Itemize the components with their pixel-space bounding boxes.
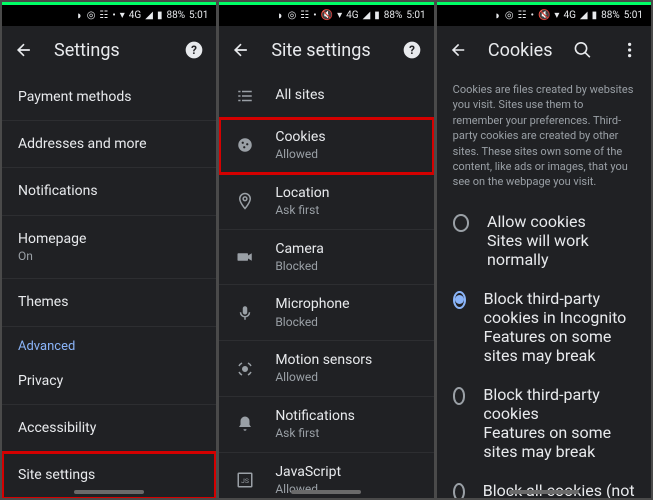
- radio-icon: [453, 214, 469, 232]
- row-all-sites[interactable]: All sites: [219, 74, 433, 118]
- location-icon: [235, 192, 255, 210]
- row-privacy[interactable]: Privacy: [2, 358, 216, 405]
- message-icon: ☷: [518, 10, 527, 21]
- camera-icon: [235, 248, 255, 266]
- svg-text:?: ?: [409, 43, 415, 57]
- help-icon[interactable]: ?: [184, 40, 204, 60]
- battery-pct: 88%: [166, 10, 185, 21]
- dot-icon: •: [112, 10, 115, 21]
- clock: 5:01: [406, 10, 425, 21]
- js-icon: JS: [235, 471, 255, 489]
- back-icon[interactable]: [14, 40, 34, 60]
- dot-icon: •: [531, 10, 534, 21]
- row-notifications[interactable]: NotificationsAsk first: [219, 397, 433, 453]
- lte-label: 4G: [346, 10, 358, 21]
- home-indicator[interactable]: [291, 490, 361, 494]
- list-icon: [235, 87, 255, 105]
- message-icon: ☷: [99, 10, 108, 21]
- motion-icon: [235, 360, 255, 378]
- svg-text:JS: JS: [241, 477, 249, 485]
- signal-icon: ◢: [580, 10, 588, 21]
- wifi-icon: ▾: [337, 10, 342, 21]
- help-icon[interactable]: ?: [402, 40, 422, 60]
- more-icon[interactable]: [620, 40, 639, 60]
- settings-list: Payment methods Addresses and more Notif…: [2, 74, 216, 498]
- back-icon[interactable]: [449, 40, 468, 60]
- option-block-third-party[interactable]: Block third-party cookiesFeatures on som…: [437, 375, 651, 471]
- bell-icon: [235, 415, 255, 433]
- home-indicator[interactable]: [509, 490, 579, 494]
- home-indicator[interactable]: [74, 490, 144, 494]
- row-camera[interactable]: CameraBlocked: [219, 230, 433, 286]
- status-bar: ◗ ◎ ☷ • ▾ 4G ◢ ▮ 88% 5:01: [2, 2, 216, 26]
- timer-icon: ◎: [288, 10, 297, 21]
- status-bar: ◗ ◎ ☷ • 🔇 ▾ 4G ◢ ▮ 88% 5:01: [219, 2, 433, 26]
- option-allow[interactable]: Allow cookiesSites will work normally: [437, 202, 651, 279]
- description: Cookies are files created by websites yo…: [437, 74, 651, 202]
- message-icon: ☷: [300, 10, 309, 21]
- clock: 5:01: [624, 10, 643, 21]
- row-payment-methods[interactable]: Payment methods: [2, 74, 216, 121]
- back-icon[interactable]: [231, 40, 251, 60]
- wifi-icon: ▾: [554, 10, 559, 21]
- row-themes[interactable]: Themes: [2, 279, 216, 326]
- page-title: Cookies: [488, 40, 553, 61]
- screen-site-settings: ◗ ◎ ☷ • 🔇 ▾ 4G ◢ ▮ 88% 5:01 Site setting…: [219, 2, 433, 498]
- battery-icon: ▮: [374, 10, 380, 21]
- screen-cookies: ◗ ◎ ☷ • 🔇 ▾ 4G ◢ ▮ 88% 5:01 Cookies Cook…: [437, 2, 651, 498]
- dnd-icon: ◗: [494, 9, 501, 22]
- row-motion[interactable]: Motion sensorsAllowed: [219, 341, 433, 397]
- lte-label: 4G: [563, 10, 575, 21]
- radio-icon: [453, 291, 466, 309]
- app-bar: Settings ?: [2, 26, 216, 74]
- status-bar: ◗ ◎ ☷ • 🔇 ▾ 4G ◢ ▮ 88% 5:01: [437, 2, 651, 26]
- battery-icon: ▮: [157, 10, 163, 21]
- battery-pct: 88%: [601, 10, 620, 21]
- row-location[interactable]: LocationAsk first: [219, 174, 433, 230]
- radio-icon: [453, 483, 465, 498]
- cookies-content: Cookies are files created by websites yo…: [437, 74, 651, 498]
- app-bar: Cookies: [437, 26, 651, 74]
- signal-icon: ◢: [145, 10, 153, 21]
- radio-icon: [453, 387, 466, 405]
- advanced-header: Advanced: [2, 327, 216, 358]
- row-cookies[interactable]: CookiesAllowed: [219, 118, 433, 174]
- timer-icon: ◎: [505, 10, 514, 21]
- app-bar: Site settings ?: [219, 26, 433, 74]
- page-title: Settings: [54, 40, 164, 61]
- row-notifications[interactable]: Notifications: [2, 168, 216, 215]
- page-title: Site settings: [271, 40, 381, 61]
- mic-icon: [235, 304, 255, 322]
- mute-icon: 🔇: [321, 10, 333, 21]
- row-addresses[interactable]: Addresses and more: [2, 121, 216, 168]
- dnd-icon: ◗: [277, 9, 284, 22]
- timer-icon: ◎: [87, 10, 96, 21]
- lte-label: 4G: [129, 10, 141, 21]
- dnd-icon: ◗: [76, 9, 83, 22]
- signal-icon: ◢: [363, 10, 371, 21]
- battery-icon: ▮: [592, 10, 598, 21]
- cookie-icon: [235, 136, 255, 154]
- svg-text:?: ?: [191, 43, 197, 57]
- dot-icon: •: [313, 10, 316, 21]
- row-accessibility[interactable]: Accessibility: [2, 405, 216, 452]
- mute-icon: 🔇: [538, 10, 550, 21]
- site-settings-list: All sites CookiesAllowed LocationAsk fir…: [219, 74, 433, 498]
- battery-pct: 88%: [384, 10, 403, 21]
- option-block-incognito[interactable]: Block third-party cookies in IncognitoFe…: [437, 279, 651, 375]
- clock: 5:01: [189, 10, 208, 21]
- row-microphone[interactable]: MicrophoneBlocked: [219, 285, 433, 341]
- search-icon[interactable]: [573, 40, 592, 60]
- wifi-icon: ▾: [120, 10, 125, 21]
- row-homepage[interactable]: HomepageOn: [2, 216, 216, 280]
- screen-settings: ◗ ◎ ☷ • ▾ 4G ◢ ▮ 88% 5:01 Settings ? Pay…: [2, 2, 216, 498]
